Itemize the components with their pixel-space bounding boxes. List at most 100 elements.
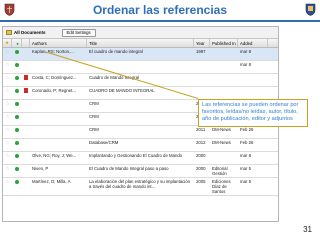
read-status-cell[interactable] (12, 165, 22, 172)
table-row[interactable]: ☆ Kaplan, RS; Norton,... El cuadro de ma… (3, 48, 278, 61)
read-dot-icon (15, 89, 19, 93)
attachment-cell[interactable] (22, 48, 30, 50)
authors-cell (30, 113, 87, 115)
read-status-cell[interactable] (12, 100, 22, 107)
published-in-cell: DM-News (212, 127, 231, 132)
read-status-cell[interactable] (12, 61, 22, 68)
read-status-cell[interactable] (12, 126, 22, 133)
attachment-cell[interactable] (22, 178, 30, 180)
published-in-cell: DM-News (212, 140, 231, 145)
read-status-cell[interactable] (12, 152, 22, 159)
favorite-star-icon[interactable]: ☆ (3, 152, 12, 160)
read-status-cell[interactable] (12, 113, 22, 120)
star-icon: ★ (5, 40, 9, 45)
title-cell: CRM (89, 127, 99, 132)
favorite-star-icon[interactable]: ☆ (3, 48, 12, 56)
read-dot-icon (15, 115, 19, 119)
pdf-icon (24, 88, 28, 93)
column-year-header[interactable]: Year (194, 39, 210, 47)
title-cell: Implantando y Gestionando El Cuadro de M… (89, 153, 183, 158)
table-row[interactable]: ☆ Martínez, D; Milla, A La elaboración d… (3, 178, 278, 196)
read-status-cell[interactable] (12, 139, 22, 146)
read-dot-icon (15, 50, 19, 54)
year-cell (194, 87, 210, 89)
attachment-cell[interactable] (22, 100, 30, 102)
column-attachment-header[interactable] (22, 39, 30, 47)
authors-cell (30, 126, 87, 128)
read-status-cell[interactable] (12, 178, 22, 185)
authors-cell: Olve, NG; Roy, J; We... (32, 153, 77, 158)
pdf-icon (24, 75, 28, 80)
favorite-star-icon[interactable]: ☆ (3, 165, 12, 173)
attachment-cell[interactable] (22, 152, 30, 154)
attachment-cell[interactable] (22, 139, 30, 141)
read-status-cell[interactable] (12, 48, 22, 55)
favorite-star-icon[interactable]: ☆ (3, 87, 12, 95)
column-title-header[interactable]: Title (87, 39, 194, 47)
title-cell: La elaboración del plan estratégico y su… (89, 179, 191, 189)
column-published-header[interactable]: Published In (210, 39, 238, 47)
read-dot-icon (15, 76, 19, 80)
table-row[interactable]: ☆ Olve, NG; Roy, J; We... Implantando y … (3, 152, 278, 165)
all-documents-label: All Documents (14, 30, 46, 35)
callout-note: Las referencias se pueden ordenar por fa… (198, 99, 308, 127)
favorite-star-icon[interactable]: ☆ (3, 178, 12, 186)
table-row[interactable]: ☆ Niven, P El Cuadro de Mando Integral p… (3, 165, 278, 178)
attachment-cell[interactable] (22, 126, 30, 128)
published-in-cell (210, 74, 238, 76)
added-cell: mar 8 (240, 49, 251, 54)
all-documents-tab[interactable]: All Documents (3, 30, 46, 35)
year-cell: 2000 (196, 166, 206, 171)
read-dot-icon (15, 128, 19, 132)
table-row[interactable]: ☆ CRM 2011 DM-News Feb 26 (3, 126, 278, 139)
authors-cell: Niven, P (32, 166, 49, 171)
edit-settings-button[interactable]: Edit Settings (61, 28, 96, 37)
year-cell (194, 74, 210, 76)
title-cell: El Cuadro de Mando Integral paso a paso (89, 166, 169, 171)
year-cell: 2005 (196, 179, 206, 184)
table-header: ★ ● Authors Title Year Published In Adde… (3, 39, 278, 48)
attachment-cell[interactable] (22, 113, 30, 115)
published-in-cell: Ediciones Díaz de Santos (212, 179, 231, 194)
read-dot-icon (15, 63, 19, 67)
column-favorite-header[interactable]: ★ (3, 39, 12, 47)
column-read-header[interactable]: ● (12, 39, 22, 47)
attachment-cell[interactable] (22, 74, 30, 81)
title-cell (87, 61, 194, 63)
authors-cell: Martínez, D; Milla, A (32, 179, 71, 184)
read-status-cell[interactable] (12, 87, 22, 94)
year-cell: 2011 (196, 127, 206, 132)
year-cell: 2000 (196, 153, 206, 158)
favorite-star-icon[interactable]: ☆ (3, 100, 12, 108)
table-row[interactable]: ☆ mar 8 (3, 61, 278, 74)
read-status-icon: ● (16, 40, 19, 46)
favorite-star-icon[interactable]: ☆ (3, 74, 12, 82)
read-dot-icon (15, 154, 19, 158)
authors-cell: Kaplan, RS; Norton,... (32, 49, 74, 54)
favorite-star-icon[interactable]: ☆ (3, 126, 12, 134)
attachment-cell[interactable] (22, 87, 30, 94)
page-number: 31 (303, 225, 312, 234)
authors-cell: Costa, C; Domínguez... (32, 75, 77, 80)
added-cell: mar 5 (240, 166, 251, 171)
authors-cell: Coronado, P; Regnet... (32, 88, 76, 93)
folder-icon (6, 30, 12, 35)
published-in-cell (210, 61, 238, 63)
read-status-cell[interactable] (12, 74, 22, 81)
published-in-cell (210, 87, 238, 89)
slide-title: Ordenar las referencias (92, 3, 228, 17)
favorite-star-icon[interactable]: ☆ (3, 61, 12, 69)
column-added-header[interactable]: Added (238, 39, 268, 47)
favorite-star-icon[interactable]: ☆ (3, 139, 12, 147)
authors-cell (30, 100, 87, 102)
added-cell: mar 8 (240, 62, 251, 67)
crest-icon (305, 3, 316, 16)
favorite-star-icon[interactable]: ☆ (3, 113, 12, 121)
column-authors-header[interactable]: Authors (30, 39, 87, 47)
toolbar: All Documents Edit Settings (3, 27, 278, 39)
attachment-cell[interactable] (22, 61, 30, 63)
year-cell (194, 61, 210, 63)
added-cell (238, 74, 268, 76)
attachment-cell[interactable] (22, 165, 30, 167)
table-row[interactable]: ☆ Database/CRM 2012 DM-News Feb 26 (3, 139, 278, 152)
